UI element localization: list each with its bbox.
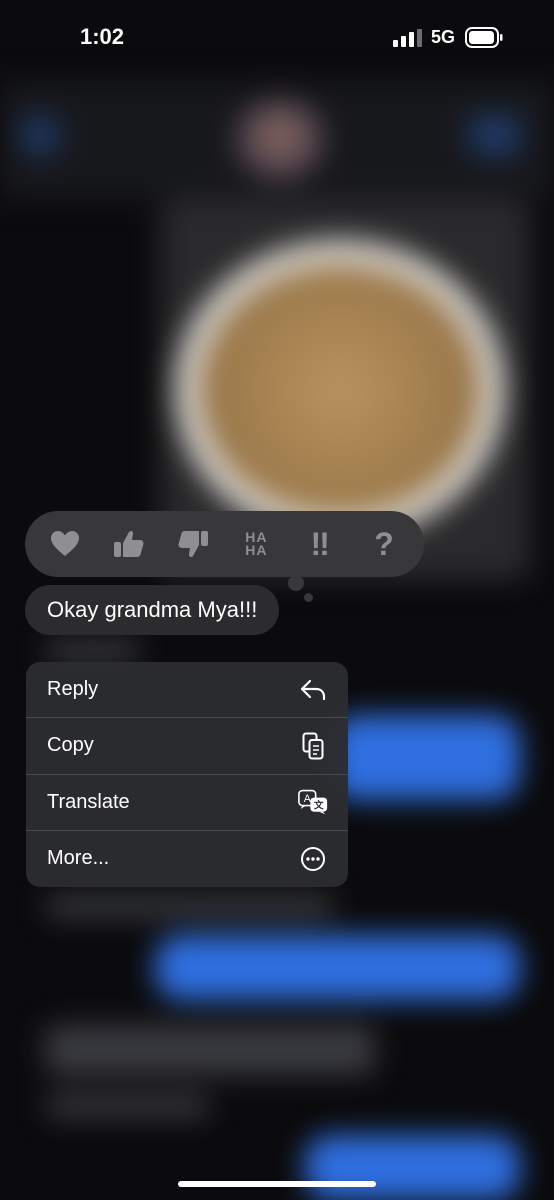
copy-icon [298,731,328,761]
blurred-sent-bubble [305,1135,520,1200]
message-context-menu: Reply Copy Translate A 文 More... [26,662,348,887]
blurred-text-line [45,1095,210,1117]
reaction-exclamation[interactable]: ‼ [293,517,347,571]
blurred-pie [200,265,480,515]
reply-icon [298,675,328,705]
blurred-received-bubble [45,1025,375,1075]
menu-item-reply[interactable]: Reply [26,662,348,719]
more-icon [298,844,328,874]
svg-text:文: 文 [314,799,324,812]
haha-line-2: HA [245,542,268,558]
blurred-sent-bubble [155,935,520,1000]
blurred-contact-avatar [235,100,325,180]
status-time: 1:02 [80,24,125,49]
message-bubble: Okay grandma Mya!!! [25,585,280,635]
reaction-bar-tail-dot [304,593,313,602]
blurred-text-line [45,640,140,662]
blurred-video-call-button [470,115,520,155]
menu-item-label: More... [47,847,110,870]
exclamation-icon: ‼ [310,525,330,562]
reaction-question[interactable]: ? [357,517,411,571]
heart-icon [50,531,79,556]
thumbs-up-icon [113,530,144,557]
reaction-thumbs-up[interactable] [102,517,156,571]
menu-item-more[interactable]: More... [26,831,348,887]
reaction-haha[interactable]: HA HA [229,517,283,571]
question-icon: ? [374,525,394,562]
home-indicator[interactable] [178,1181,376,1187]
haha-icon: HA HA [245,530,268,558]
blurred-text-line [45,895,335,917]
thumbs-down-icon [178,531,208,558]
menu-item-label: Reply [47,678,99,701]
menu-item-translate[interactable]: Translate A 文 [26,775,348,831]
battery-icon [465,27,503,48]
tapback-reaction-bar: HA HA ‼ ? [25,511,424,577]
reaction-heart[interactable] [38,517,92,571]
translate-icon: A 文 [298,787,328,817]
menu-item-copy[interactable]: Copy [26,718,348,775]
reaction-bar-tail [288,575,304,591]
blurred-sent-bubble [330,715,520,800]
status-bar: 1:02 5G [0,0,554,78]
network-type: 5G [431,27,456,47]
reaction-thumbs-down[interactable] [166,517,220,571]
menu-item-label: Copy [47,734,94,757]
menu-item-label: Translate [47,790,130,813]
blurred-back-button [20,115,60,155]
cellular-signal-icon [393,29,422,47]
